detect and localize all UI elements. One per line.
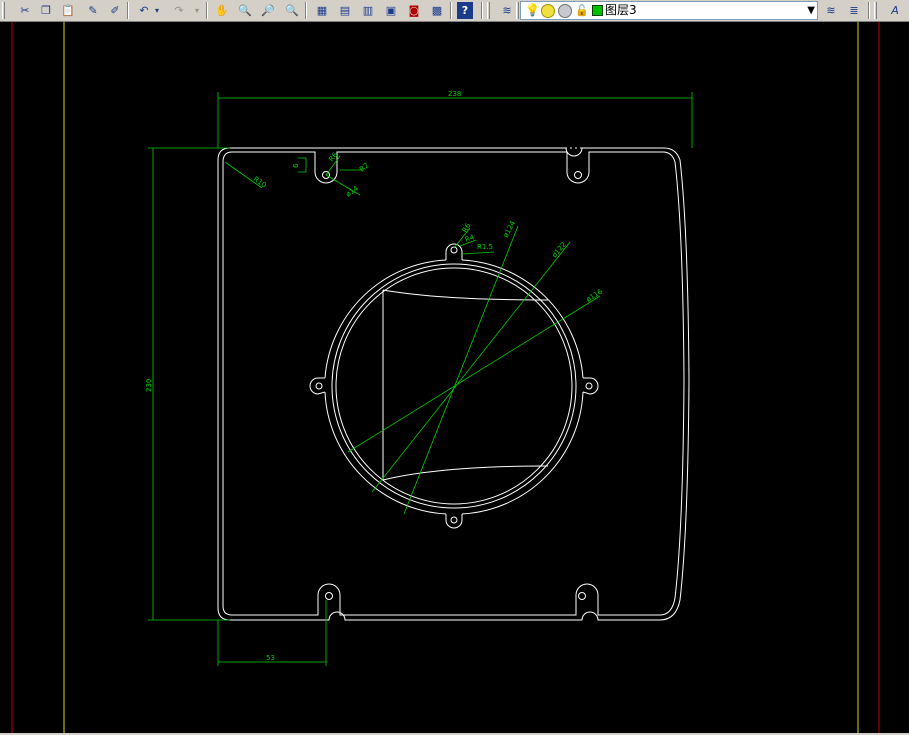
- brush-icon[interactable]: ✎: [84, 2, 102, 19]
- undo-icon[interactable]: ↶: [135, 2, 153, 19]
- dim-circle-d1: ø124: [502, 219, 518, 239]
- toolbar-grip[interactable]: [874, 2, 877, 19]
- text-style-icon[interactable]: A: [886, 2, 904, 19]
- redo-dropdown-icon: ▾: [194, 6, 199, 15]
- dim-bottom-offset: 53: [266, 654, 275, 662]
- zoom-realtime-icon[interactable]: 🔍: [236, 2, 254, 19]
- design-center-icon[interactable]: ▤: [336, 2, 354, 19]
- make-object-layer-current-icon[interactable]: ≋: [822, 2, 840, 19]
- viewport-freeze-icon[interactable]: [558, 4, 572, 18]
- dim-top-hole-diameter: ø14: [345, 184, 361, 198]
- mounting-holes: [322, 171, 586, 600]
- lock-open-icon[interactable]: 🔓: [575, 2, 589, 19]
- bulb-on-icon[interactable]: 💡: [525, 2, 540, 19]
- layer-manager-icon[interactable]: ≋: [498, 2, 516, 19]
- copy-icon[interactable]: ❐: [37, 2, 55, 19]
- zoom-window-icon[interactable]: 🔎: [259, 2, 277, 19]
- toolbar-grip[interactable]: [487, 2, 490, 19]
- dim-ring-hole-b: R4: [464, 233, 476, 244]
- pan-icon[interactable]: ✋: [213, 2, 231, 19]
- toolbar-grip[interactable]: [516, 2, 519, 19]
- layer-color-swatch[interactable]: [592, 5, 603, 16]
- paste-icon[interactable]: 📋: [59, 2, 77, 19]
- zoom-previous-icon[interactable]: 🔍: [283, 2, 301, 19]
- undo-dropdown-icon[interactable]: ▾: [152, 2, 162, 19]
- sheet-set-icon[interactable]: ▣: [382, 2, 400, 19]
- help-icon[interactable]: ?: [457, 2, 473, 19]
- dim-top-hole-a: 6: [292, 163, 300, 168]
- dim-width: 238: [448, 90, 461, 98]
- layer-previous-icon[interactable]: ≣: [845, 2, 863, 19]
- toolbar-separator: [305, 2, 307, 19]
- dim-height: 230: [145, 379, 153, 392]
- sun-thaw-icon[interactable]: [541, 4, 555, 18]
- dimension-texts: 238 230 53 R10 6 R6 R2 ø14 R6 R4 R1.5 ø1…: [145, 90, 604, 662]
- toolbar-separator: [450, 2, 452, 19]
- dimensions: [148, 92, 693, 666]
- layer-dropdown[interactable]: 💡 🔓 图层3 ▼: [520, 1, 818, 20]
- tool-palette-icon[interactable]: ▥: [359, 2, 377, 19]
- dim-top-hole-c: R2: [358, 161, 370, 173]
- drawing-canvas[interactable]: 238 230 53 R10 6 R6 R2 ø14 R6 R4 R1.5 ø1…: [0, 22, 909, 733]
- match-properties-icon[interactable]: ✐: [106, 2, 124, 19]
- chevron-down-icon[interactable]: ▼: [807, 3, 815, 18]
- toolbar-separator: [868, 2, 870, 19]
- dim-corner-radius: R10: [252, 175, 268, 189]
- redo-icon: ↷: [174, 4, 184, 17]
- toolbar-separator: [127, 2, 129, 19]
- markup-icon[interactable]: ◙: [405, 2, 423, 19]
- dim-ring-hole-c: R1.5: [477, 243, 493, 251]
- toolbar-separator: [206, 2, 208, 19]
- toolbar-grip[interactable]: [2, 2, 5, 19]
- properties-icon[interactable]: ▦: [313, 2, 331, 19]
- plate-outline: [217, 147, 690, 621]
- layer-name: 图层3: [605, 3, 637, 17]
- toolbar-separator: [481, 2, 483, 19]
- scissors-icon[interactable]: ✂: [16, 2, 34, 19]
- calculator-icon[interactable]: ▩: [428, 2, 446, 19]
- dim-ring-hole-a: R6: [461, 221, 473, 234]
- standard-toolbar: ✂ ❐ 📋 ✎ ✐ ↶ ▾ ↷ ▾ ✋ 🔍 🔎 🔍 ▦ ▤ ▥ ▣ ◙ ▩ ? …: [0, 0, 909, 22]
- dim-circle-d2: ø122: [550, 241, 567, 260]
- dim-circle-d3: ø116: [585, 287, 605, 303]
